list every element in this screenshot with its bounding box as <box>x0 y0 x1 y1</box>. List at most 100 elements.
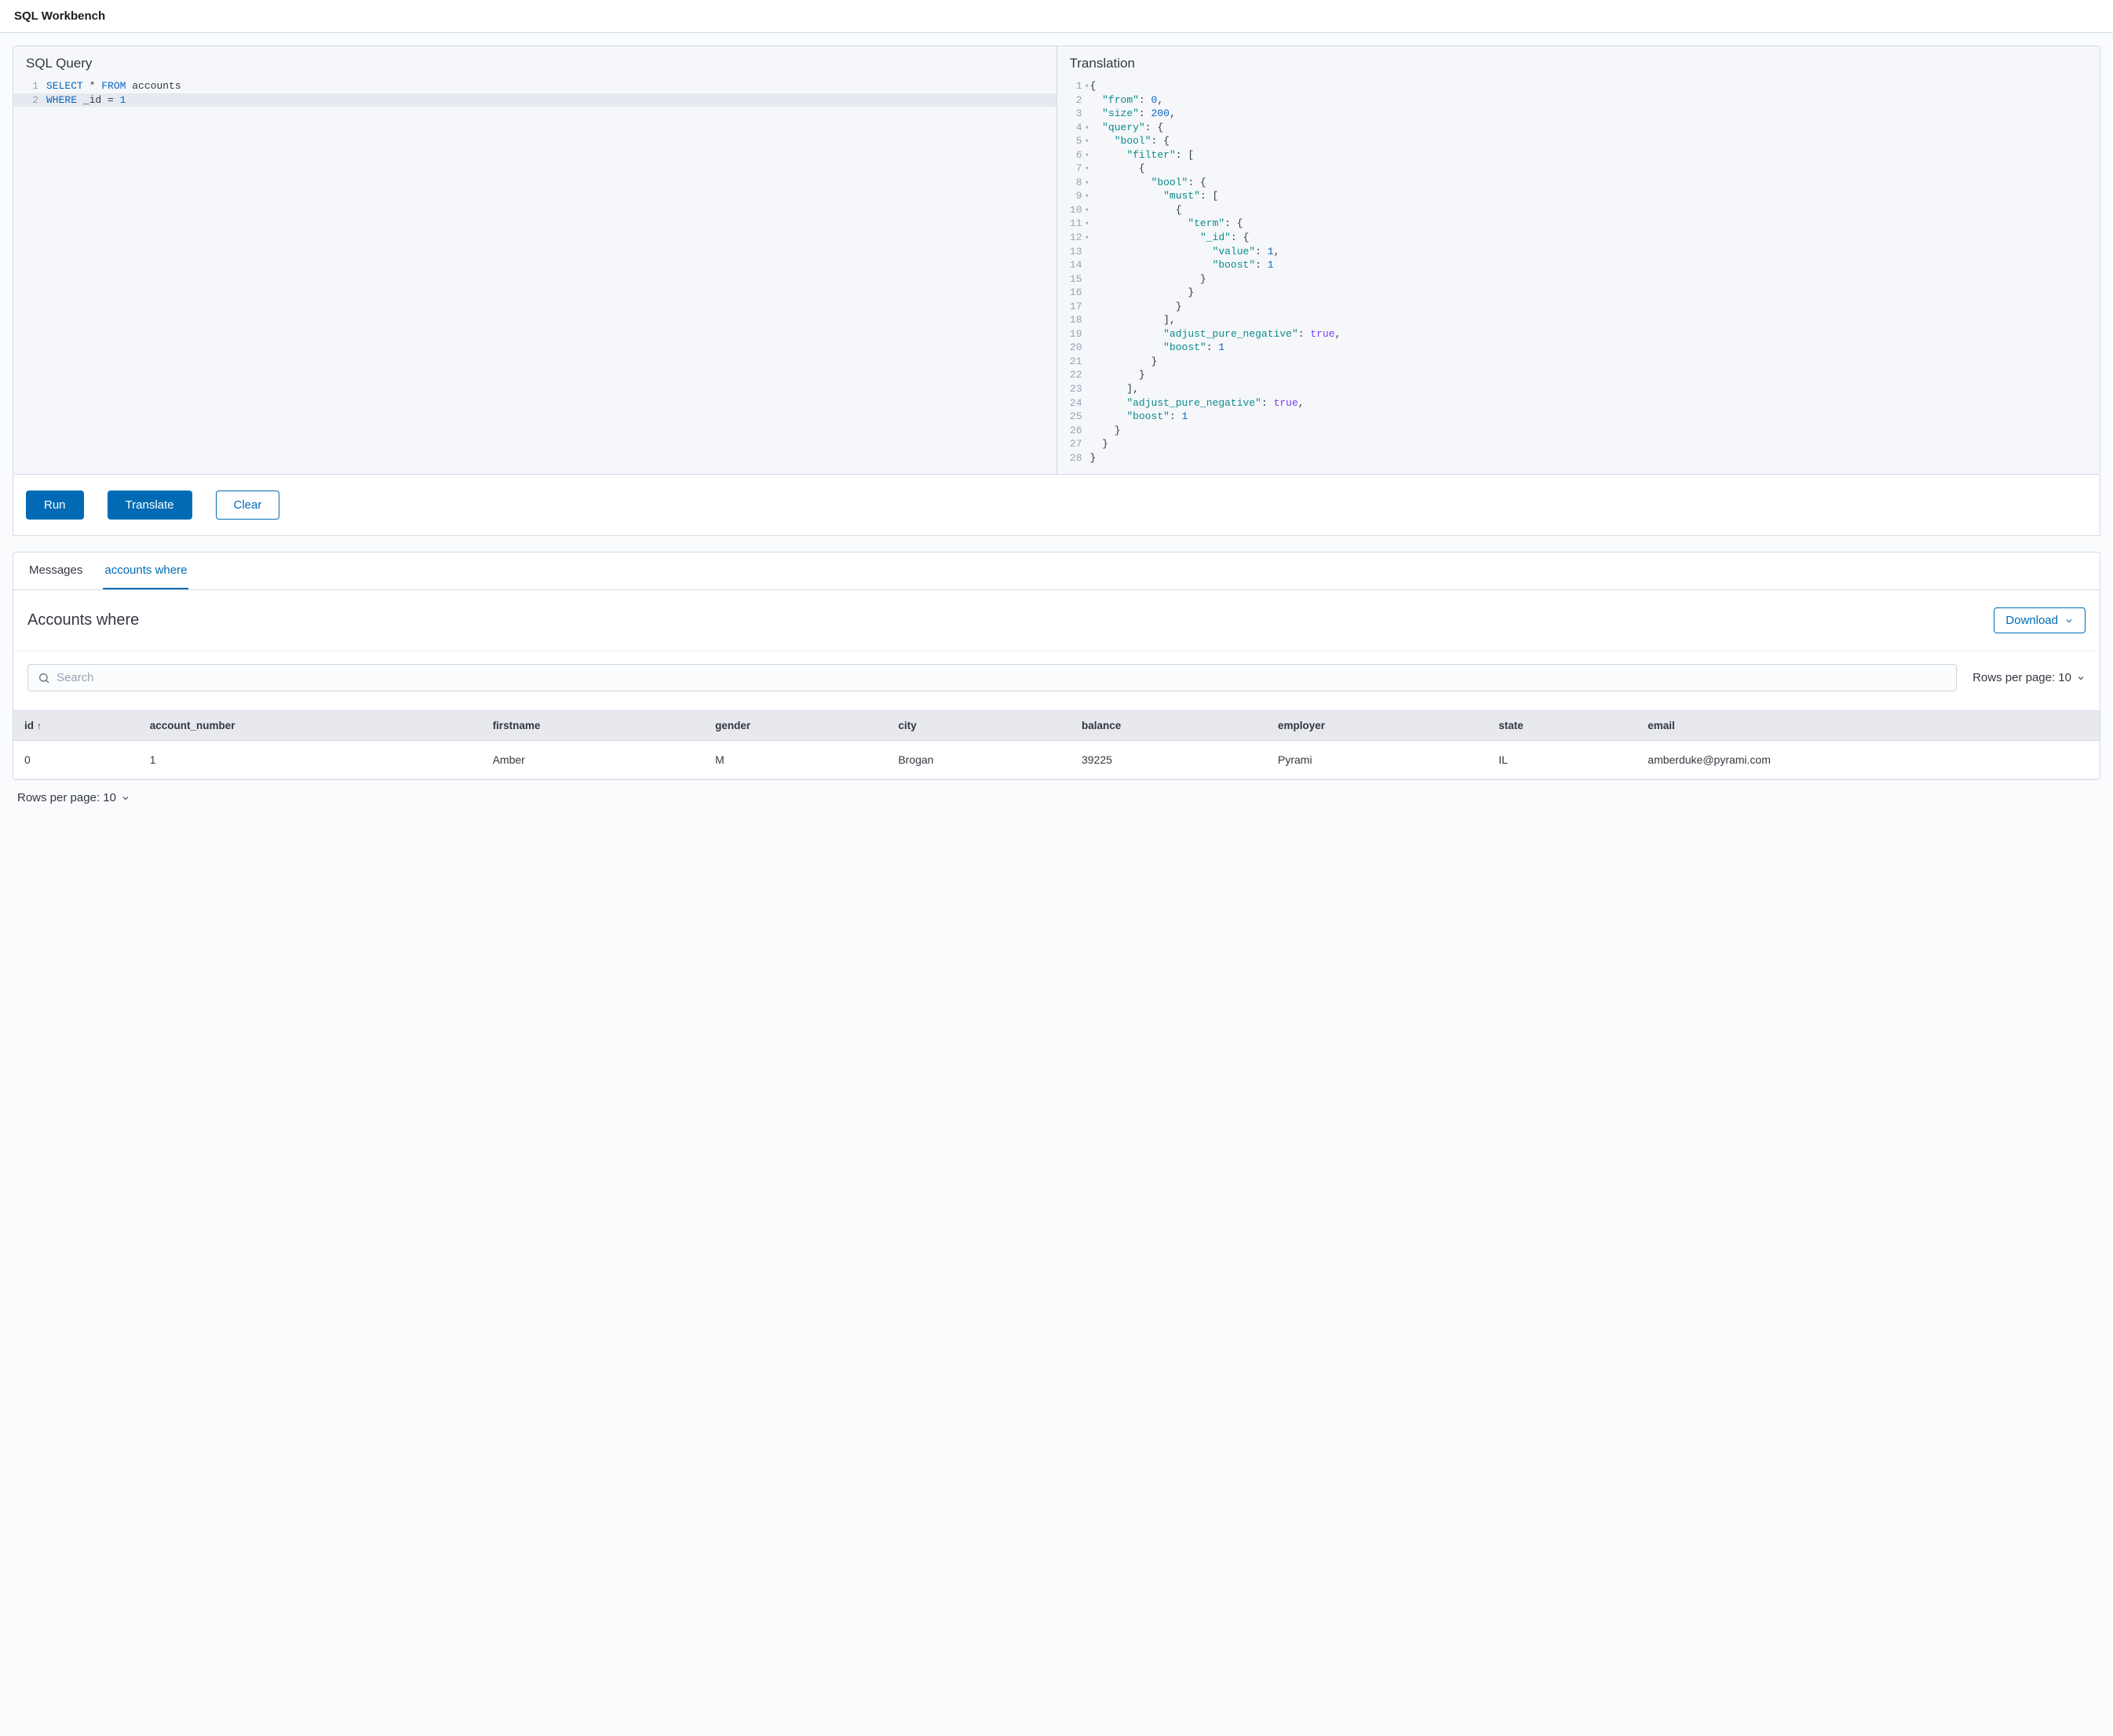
cell-gender: M <box>704 741 887 779</box>
code-line[interactable]: 14 "boost": 1 <box>1057 258 2100 272</box>
code-content: "query": { <box>1090 121 2100 135</box>
translate-button[interactable]: Translate <box>108 491 192 520</box>
fold-icon[interactable]: ▾ <box>1085 123 1089 133</box>
results-title: Accounts where <box>27 611 139 629</box>
download-button[interactable]: Download <box>1994 607 2086 633</box>
code-line[interactable]: 20 "boost": 1 <box>1057 341 2100 355</box>
column-header-state[interactable]: state <box>1487 711 1637 741</box>
line-number: 21 <box>1057 355 1090 369</box>
cell-balance: 39225 <box>1071 741 1267 779</box>
fold-icon[interactable]: ▾ <box>1085 137 1089 146</box>
code-line[interactable]: 22 } <box>1057 368 2100 382</box>
code-line[interactable]: 12▾ "_id": { <box>1057 231 2100 245</box>
column-header-balance[interactable]: balance <box>1071 711 1267 741</box>
code-content: } <box>1090 368 2100 382</box>
code-content: } <box>1090 286 2100 300</box>
line-number: 28 <box>1057 451 1090 465</box>
translation-viewer[interactable]: 1▾{2 "from": 0,3 "size": 200,4▾ "query":… <box>1057 79 2100 474</box>
tab[interactable]: Messages <box>27 553 84 589</box>
fold-icon[interactable]: ▾ <box>1085 164 1089 173</box>
code-content: "boost": 1 <box>1090 258 2100 272</box>
line-number: 5▾ <box>1057 134 1090 148</box>
run-button[interactable]: Run <box>26 491 84 520</box>
rows-per-page-bottom[interactable]: Rows per page: 10 <box>13 780 2100 815</box>
code-line[interactable]: 28} <box>1057 451 2100 465</box>
tab-active[interactable]: accounts where <box>103 553 188 589</box>
column-header-id[interactable]: id↑ <box>13 711 139 741</box>
line-number: 22 <box>1057 368 1090 382</box>
code-line[interactable]: 23 ], <box>1057 382 2100 396</box>
line-number: 27 <box>1057 437 1090 451</box>
code-line[interactable]: 7▾ { <box>1057 162 2100 176</box>
code-line[interactable]: 16 } <box>1057 286 2100 300</box>
line-number: 8▾ <box>1057 176 1090 190</box>
code-line[interactable]: 1SELECT * FROM accounts <box>13 79 1056 93</box>
cell-id: 0 <box>13 741 139 779</box>
column-header-gender[interactable]: gender <box>704 711 887 741</box>
search-box[interactable] <box>27 664 1957 691</box>
rows-per-page-label: Rows per page: 10 <box>17 791 116 804</box>
column-header-email[interactable]: email <box>1637 711 2100 741</box>
fold-icon[interactable]: ▾ <box>1085 233 1089 243</box>
code-line[interactable]: 17 } <box>1057 300 2100 314</box>
code-line[interactable]: 27 } <box>1057 437 2100 451</box>
fold-icon[interactable]: ▾ <box>1085 178 1089 188</box>
column-header-city[interactable]: city <box>887 711 1071 741</box>
results-header: Accounts where Download <box>13 590 2100 651</box>
code-line[interactable]: 4▾ "query": { <box>1057 121 2100 135</box>
table-row[interactable]: 01AmberMBrogan39225PyramiILamberduke@pyr… <box>13 741 2100 779</box>
line-number: 23 <box>1057 382 1090 396</box>
code-line[interactable]: 24 "adjust_pure_negative": true, <box>1057 396 2100 410</box>
code-content: "term": { <box>1090 217 2100 231</box>
fold-icon[interactable]: ▾ <box>1085 151 1089 160</box>
fold-icon[interactable]: ▾ <box>1085 82 1089 91</box>
column-header-employer[interactable]: employer <box>1267 711 1487 741</box>
code-content: "filter": [ <box>1090 148 2100 162</box>
fold-icon[interactable]: ▾ <box>1085 206 1089 215</box>
code-line[interactable]: 5▾ "bool": { <box>1057 134 2100 148</box>
code-line[interactable]: 3 "size": 200, <box>1057 107 2100 121</box>
search-row: Rows per page: 10 <box>13 651 2100 710</box>
code-content: "bool": { <box>1090 134 2100 148</box>
fold-icon[interactable]: ▾ <box>1085 191 1089 201</box>
search-input[interactable] <box>57 671 1947 684</box>
sql-editor[interactable]: 1SELECT * FROM accounts2WHERE _id = 1 <box>13 79 1056 116</box>
cell-state: IL <box>1487 741 1637 779</box>
line-number: 4▾ <box>1057 121 1090 135</box>
translation-panel: Translation 1▾{2 "from": 0,3 "size": 200… <box>1056 46 2100 474</box>
app-title: SQL Workbench <box>14 9 105 23</box>
code-content: } <box>1090 424 2100 438</box>
app-header: SQL Workbench <box>0 0 2113 33</box>
code-line[interactable]: 6▾ "filter": [ <box>1057 148 2100 162</box>
sql-panel: SQL Query 1SELECT * FROM accounts2WHERE … <box>13 46 1056 474</box>
code-line[interactable]: 19 "adjust_pure_negative": true, <box>1057 327 2100 341</box>
code-line[interactable]: 9▾ "must": [ <box>1057 189 2100 203</box>
clear-button[interactable]: Clear <box>216 491 280 520</box>
code-line[interactable]: 2 "from": 0, <box>1057 93 2100 108</box>
code-line[interactable]: 2WHERE _id = 1 <box>13 93 1056 108</box>
column-header-firstname[interactable]: firstname <box>482 711 705 741</box>
chevron-down-icon <box>2064 616 2074 625</box>
code-line[interactable]: 21 } <box>1057 355 2100 369</box>
search-icon <box>38 672 50 684</box>
fold-icon[interactable]: ▾ <box>1085 219 1089 228</box>
code-line[interactable]: 1▾{ <box>1057 79 2100 93</box>
cell-account_number: 1 <box>139 741 482 779</box>
code-line[interactable]: 11▾ "term": { <box>1057 217 2100 231</box>
column-header-account_number[interactable]: account_number <box>139 711 482 741</box>
cell-city: Brogan <box>887 741 1071 779</box>
rows-per-page-top[interactable]: Rows per page: 10 <box>1972 671 2086 684</box>
code-line[interactable]: 13 "value": 1, <box>1057 245 2100 259</box>
code-line[interactable]: 18 ], <box>1057 313 2100 327</box>
code-line[interactable]: 10▾ { <box>1057 203 2100 217</box>
code-content: "boost": 1 <box>1090 341 2100 355</box>
download-label: Download <box>2005 614 2058 627</box>
line-number: 3 <box>1057 107 1090 121</box>
cell-email: amberduke@pyrami.com <box>1637 741 2100 779</box>
code-line[interactable]: 15 } <box>1057 272 2100 286</box>
code-line[interactable]: 25 "boost": 1 <box>1057 410 2100 424</box>
line-number: 19 <box>1057 327 1090 341</box>
code-line[interactable]: 26 } <box>1057 424 2100 438</box>
code-line[interactable]: 8▾ "bool": { <box>1057 176 2100 190</box>
code-content: ], <box>1090 313 2100 327</box>
